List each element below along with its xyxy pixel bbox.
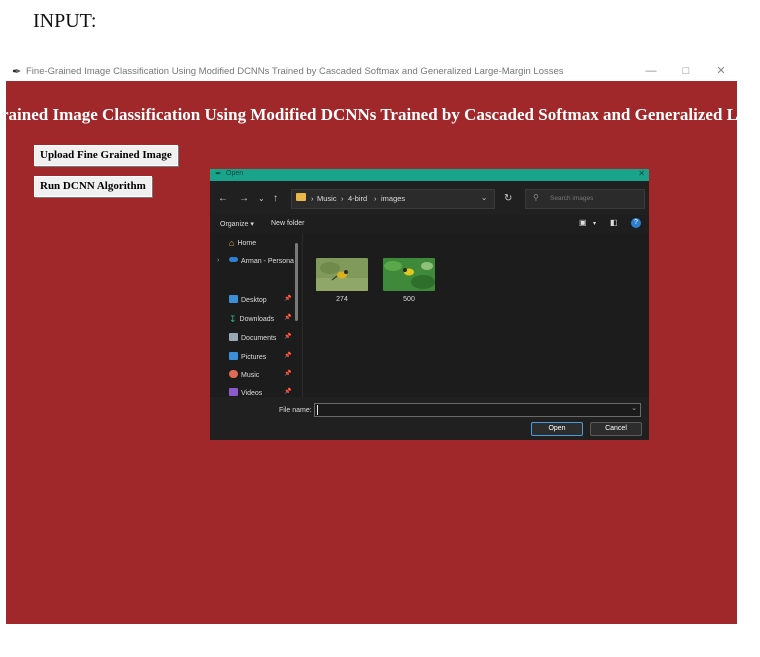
pin-icon: 📌 (284, 334, 292, 340)
file-name: 274 (336, 296, 348, 303)
new-folder-button[interactable]: New folder (271, 220, 304, 227)
navigation-pane: ⌂ Home › Arman - Persona Desktop 📌 ↧ Downlo… (210, 233, 302, 397)
file-name: 500 (403, 296, 415, 303)
file-item[interactable]: 500 (383, 258, 435, 303)
pin-icon: 📌 (284, 315, 292, 321)
search-placeholder: Search images (550, 195, 594, 202)
folder-icon (296, 193, 306, 201)
back-arrow-icon[interactable]: ← (218, 193, 228, 204)
feather-icon: ✒ (12, 65, 22, 78)
view-dropdown-icon[interactable]: ▾ (593, 220, 596, 227)
close-button[interactable]: ✕ (706, 63, 736, 79)
pin-icon: 📌 (284, 389, 292, 395)
desktop-icon (229, 295, 238, 303)
breadcrumb-music[interactable]: Music (317, 194, 337, 203)
run-dcnn-button[interactable]: Run DCNN Algorithm (34, 176, 152, 197)
organize-button[interactable]: Organize ▾ (220, 220, 254, 228)
downloads-icon: ↧ (229, 314, 237, 324)
breadcrumb-4-bird[interactable]: 4-bird (348, 194, 367, 203)
refresh-icon[interactable]: ↻ (504, 193, 512, 204)
pin-icon: 📌 (284, 371, 292, 377)
file-thumbnail (383, 258, 435, 291)
nav-item-documents[interactable]: Documents 📌 (229, 333, 291, 342)
pictures-icon (229, 352, 238, 360)
chevron-down-icon[interactable]: ⌄ (631, 404, 637, 412)
nav-item-music[interactable]: Music 📌 (229, 370, 291, 379)
videos-icon (229, 388, 238, 396)
window-titlebar: ✒ Fine-Grained Image Classification Usin… (6, 61, 737, 81)
chevron-down-icon[interactable]: ⌄ (258, 194, 265, 203)
app-heading: Fine-Grained Image Classification Using … (6, 105, 737, 124)
search-input[interactable]: ⚲ Search images (525, 189, 645, 209)
documents-icon (229, 333, 238, 341)
window-title: Fine-Grained Image Classification Using … (26, 65, 564, 77)
breadcrumb-images[interactable]: images (381, 194, 405, 203)
nav-item-videos[interactable]: Videos 📌 (229, 388, 291, 397)
command-bar: Organize ▾ New folder ▣ ▾ ◧ ? (210, 215, 649, 233)
open-button[interactable]: Open (531, 422, 583, 436)
upload-image-button[interactable]: Upload Fine Grained Image (34, 145, 178, 166)
feather-icon: ✒ (215, 169, 222, 178)
dialog-titlebar: ✒ Open ✕ (210, 169, 649, 181)
nav-scrollbar[interactable] (295, 243, 298, 321)
address-dropdown-icon[interactable]: ⌄ (481, 193, 487, 202)
file-name-input[interactable]: ⌄ (314, 403, 641, 417)
search-icon: ⚲ (533, 193, 539, 202)
onedrive-icon (229, 257, 238, 262)
nav-item-downloads[interactable]: ↧ Downloads 📌 (229, 314, 291, 324)
nav-item-onedrive[interactable]: Arman - Persona (229, 257, 294, 265)
dialog-close-button[interactable]: ✕ (638, 169, 645, 178)
nav-item-desktop[interactable]: Desktop 📌 (229, 295, 291, 304)
pin-icon: 📌 (284, 296, 292, 302)
pin-icon: 📌 (284, 353, 292, 359)
cancel-button[interactable]: Cancel (590, 422, 642, 436)
open-file-dialog: ✒ Open ✕ ← → ⌄ ↑ › Music › 4-bird › imag… (210, 169, 649, 440)
up-arrow-icon[interactable]: ↑ (273, 193, 278, 204)
preview-pane-icon[interactable]: ◧ (610, 218, 618, 227)
file-item[interactable]: 274 (316, 258, 368, 303)
nav-item-pictures[interactable]: Pictures 📌 (229, 352, 291, 361)
forward-arrow-icon[interactable]: → (239, 193, 249, 204)
address-bar[interactable]: › Music › 4-bird › images ⌄ (291, 189, 495, 209)
view-options-icon[interactable]: ▣ (579, 218, 587, 227)
text-caret (317, 405, 318, 415)
minimize-button[interactable]: — (636, 63, 666, 79)
dialog-title: Open (226, 170, 244, 177)
dialog-bottom-bar: File name: ⌄ Open Cancel (210, 397, 649, 440)
maximize-button[interactable]: □ (671, 63, 701, 79)
home-icon: ⌂ (229, 238, 235, 248)
pane-divider (302, 233, 303, 397)
input-label: INPUT: (33, 10, 97, 32)
dialog-navbar: ← → ⌄ ↑ › Music › 4-bird › images ⌄ ↻ ⚲ … (210, 181, 649, 215)
help-icon[interactable]: ? (631, 218, 641, 228)
file-name-label: File name: (279, 407, 312, 414)
music-icon (229, 370, 238, 378)
nav-item-home[interactable]: ⌂ Home (229, 238, 256, 248)
expand-chevron-icon[interactable]: › (217, 257, 219, 264)
file-thumbnail (316, 258, 368, 291)
